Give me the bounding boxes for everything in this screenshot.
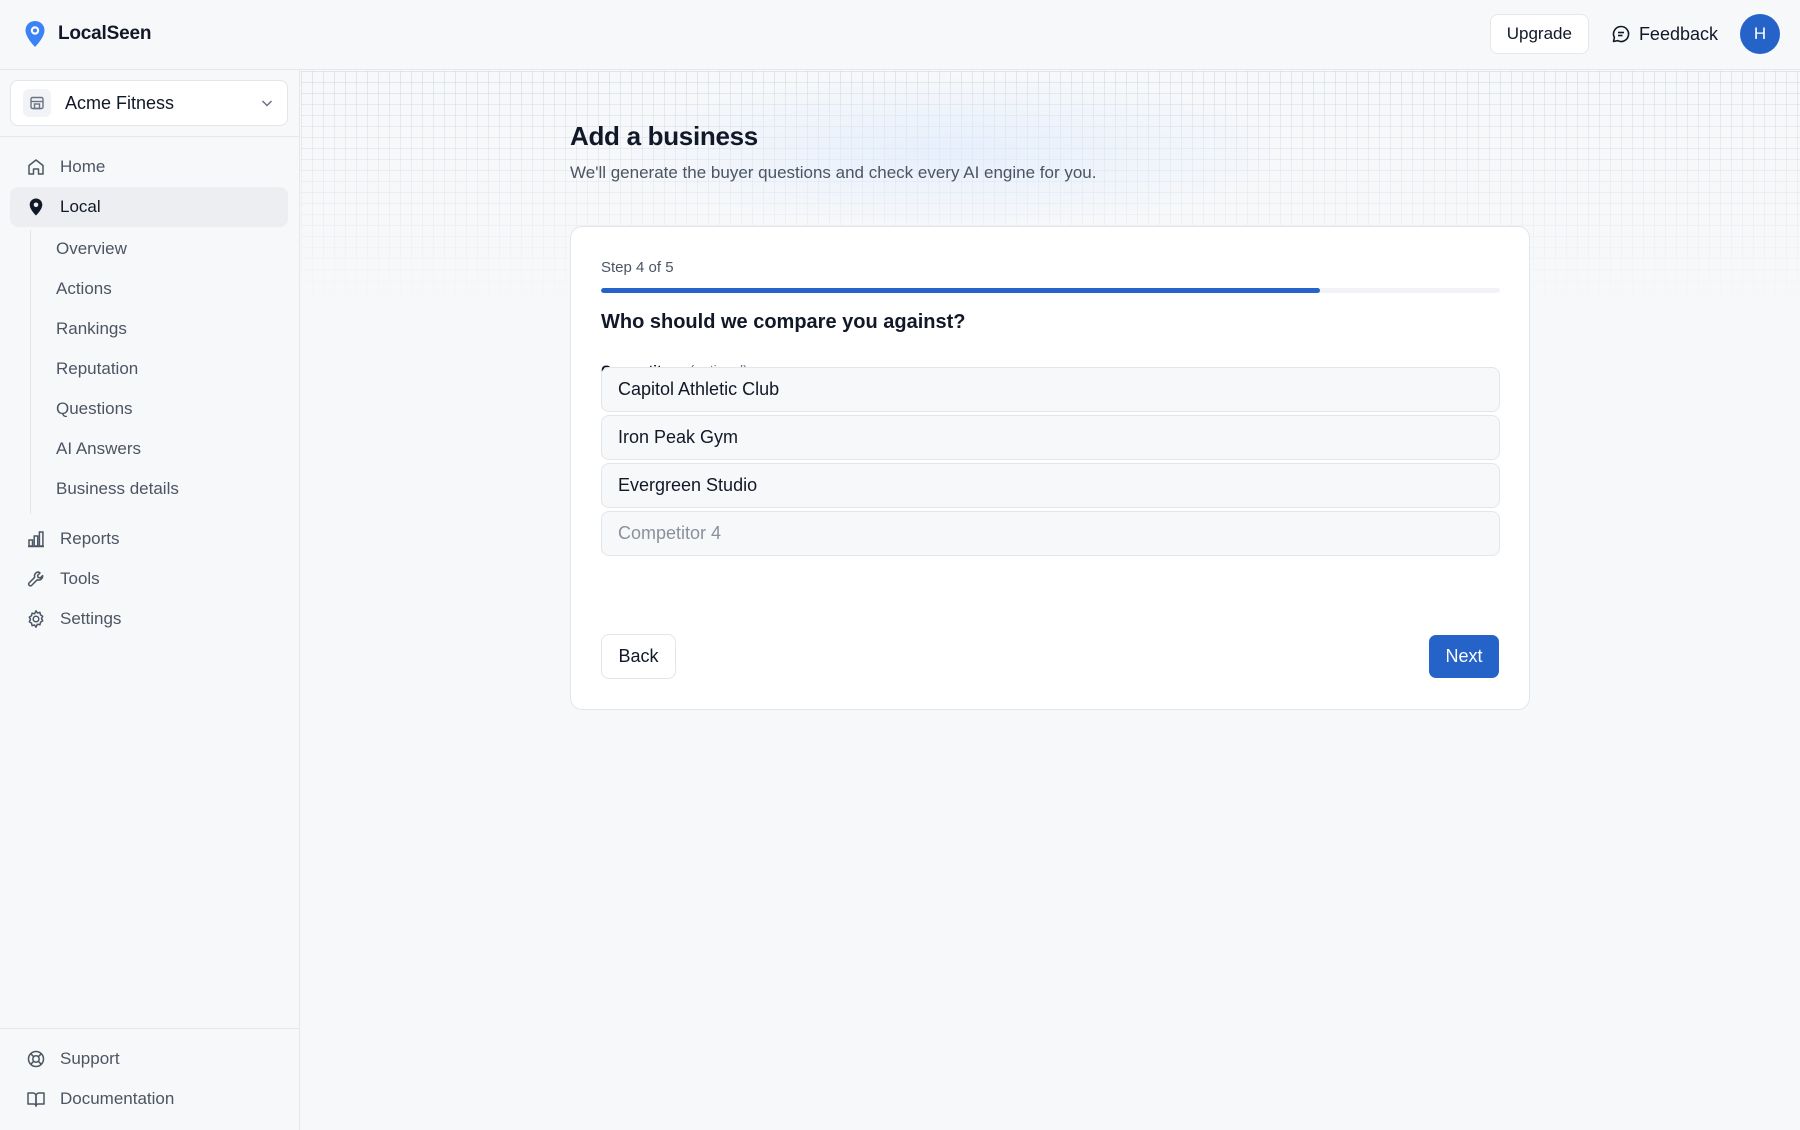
step-indicator: Step 4 of 5 <box>601 259 674 276</box>
subnav-item-actions[interactable]: Actions <box>56 277 112 301</box>
sidebar: Acme Fitness Home Local Overview Actions… <box>0 70 300 1130</box>
sidebar-item-label: Documentation <box>60 1089 175 1108</box>
business-selector[interactable]: Acme Fitness <box>10 80 288 126</box>
sidebar-item-label: Reports <box>60 529 120 548</box>
sidebar-item-label: Support <box>60 1049 120 1068</box>
top-bar: LocalSeen Upgrade Feedback H <box>0 0 1800 70</box>
sidebar-item-documentation[interactable]: Documentation <box>10 1079 288 1119</box>
logo-pin-icon <box>24 20 46 48</box>
next-button[interactable]: Next <box>1429 635 1499 678</box>
lifebuoy-icon <box>26 1049 46 1069</box>
map-pin-icon <box>26 197 46 217</box>
competitor-4-input[interactable] <box>601 511 1500 556</box>
sidebar-item-home[interactable]: Home <box>10 147 288 187</box>
sidebar-item-label: Local <box>60 197 101 216</box>
subnav-item-ai-answers[interactable]: AI Answers <box>56 437 141 461</box>
competitor-3-input[interactable] <box>601 463 1500 508</box>
feedback-label: Feedback <box>1638 23 1718 44</box>
brand[interactable]: LocalSeen <box>24 20 151 48</box>
subnav-line <box>30 230 31 514</box>
bar-chart-icon <box>26 529 46 549</box>
feedback-button[interactable]: Feedback <box>1611 24 1718 45</box>
step-question: Who should we compare you against? <box>601 311 966 333</box>
competitor-2-input[interactable] <box>601 415 1500 460</box>
sidebar-item-label: Settings <box>60 609 122 628</box>
message-icon <box>1611 24 1631 44</box>
subnav-item-questions[interactable]: Questions <box>56 397 133 421</box>
sidebar-item-tools[interactable]: Tools <box>10 559 288 599</box>
gear-icon <box>26 609 46 629</box>
competitor-1-input[interactable] <box>601 367 1500 412</box>
sidebar-item-local[interactable]: Local <box>10 187 288 227</box>
avatar[interactable]: H <box>1740 14 1780 54</box>
progress-bar <box>601 288 1500 293</box>
sidebar-item-reports[interactable]: Reports <box>10 519 288 559</box>
back-button[interactable]: Back <box>601 634 676 679</box>
business-name: Acme Fitness <box>65 92 175 113</box>
upgrade-button[interactable]: Upgrade <box>1489 14 1589 54</box>
sidebar-bottom-divider <box>0 1028 300 1029</box>
store-icon <box>23 89 51 117</box>
subnav-item-reputation[interactable]: Reputation <box>56 357 138 381</box>
chevron-down-icon <box>259 95 275 111</box>
sidebar-item-support[interactable]: Support <box>10 1039 288 1079</box>
sidebar-item-label: Home <box>60 157 106 176</box>
subnav-item-business-details[interactable]: Business details <box>56 477 179 501</box>
home-icon <box>26 157 46 177</box>
progress-fill <box>601 288 1321 293</box>
wizard-card: Step 4 of 5 Who should we compare you ag… <box>570 226 1530 710</box>
page-title: Add a business <box>570 121 758 151</box>
page-subtitle: We'll generate the buyer questions and c… <box>570 163 1097 182</box>
app-name: LocalSeen <box>58 23 152 44</box>
book-icon <box>26 1089 46 1109</box>
sidebar-item-settings[interactable]: Settings <box>10 599 288 639</box>
sidebar-divider <box>0 136 300 137</box>
subnav-item-rankings[interactable]: Rankings <box>56 317 127 341</box>
subnav-item-overview[interactable]: Overview <box>56 237 127 261</box>
sidebar-item-label: Tools <box>60 569 100 588</box>
wrench-icon <box>26 569 46 589</box>
